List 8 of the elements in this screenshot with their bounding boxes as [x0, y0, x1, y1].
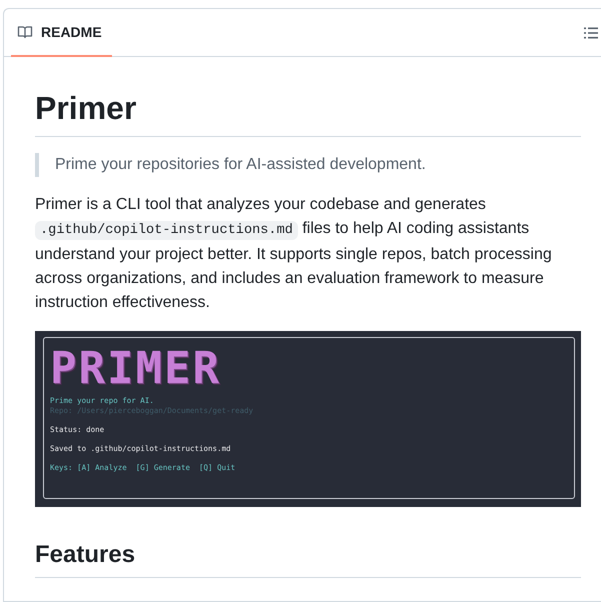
tagline-quote: Prime your repositories for AI-assisted development.	[55, 156, 426, 173]
banner-title: PRIMER	[50, 346, 222, 392]
section-heading: Features	[35, 540, 581, 578]
readme-tab[interactable]: README	[11, 10, 112, 56]
book-icon	[17, 24, 33, 40]
outline-icon[interactable]	[583, 24, 599, 40]
intro-paragraph: Primer is a CLI tool that analyzes your codebase and generates .github/copilot-instructions.md files to help AI coding assistants understand your project better. It supports single repos, batch processing across organizations, and includes an evaluation framework to measure instruction effectiveness.	[35, 195, 553, 313]
readme-title: Primer	[35, 88, 581, 137]
